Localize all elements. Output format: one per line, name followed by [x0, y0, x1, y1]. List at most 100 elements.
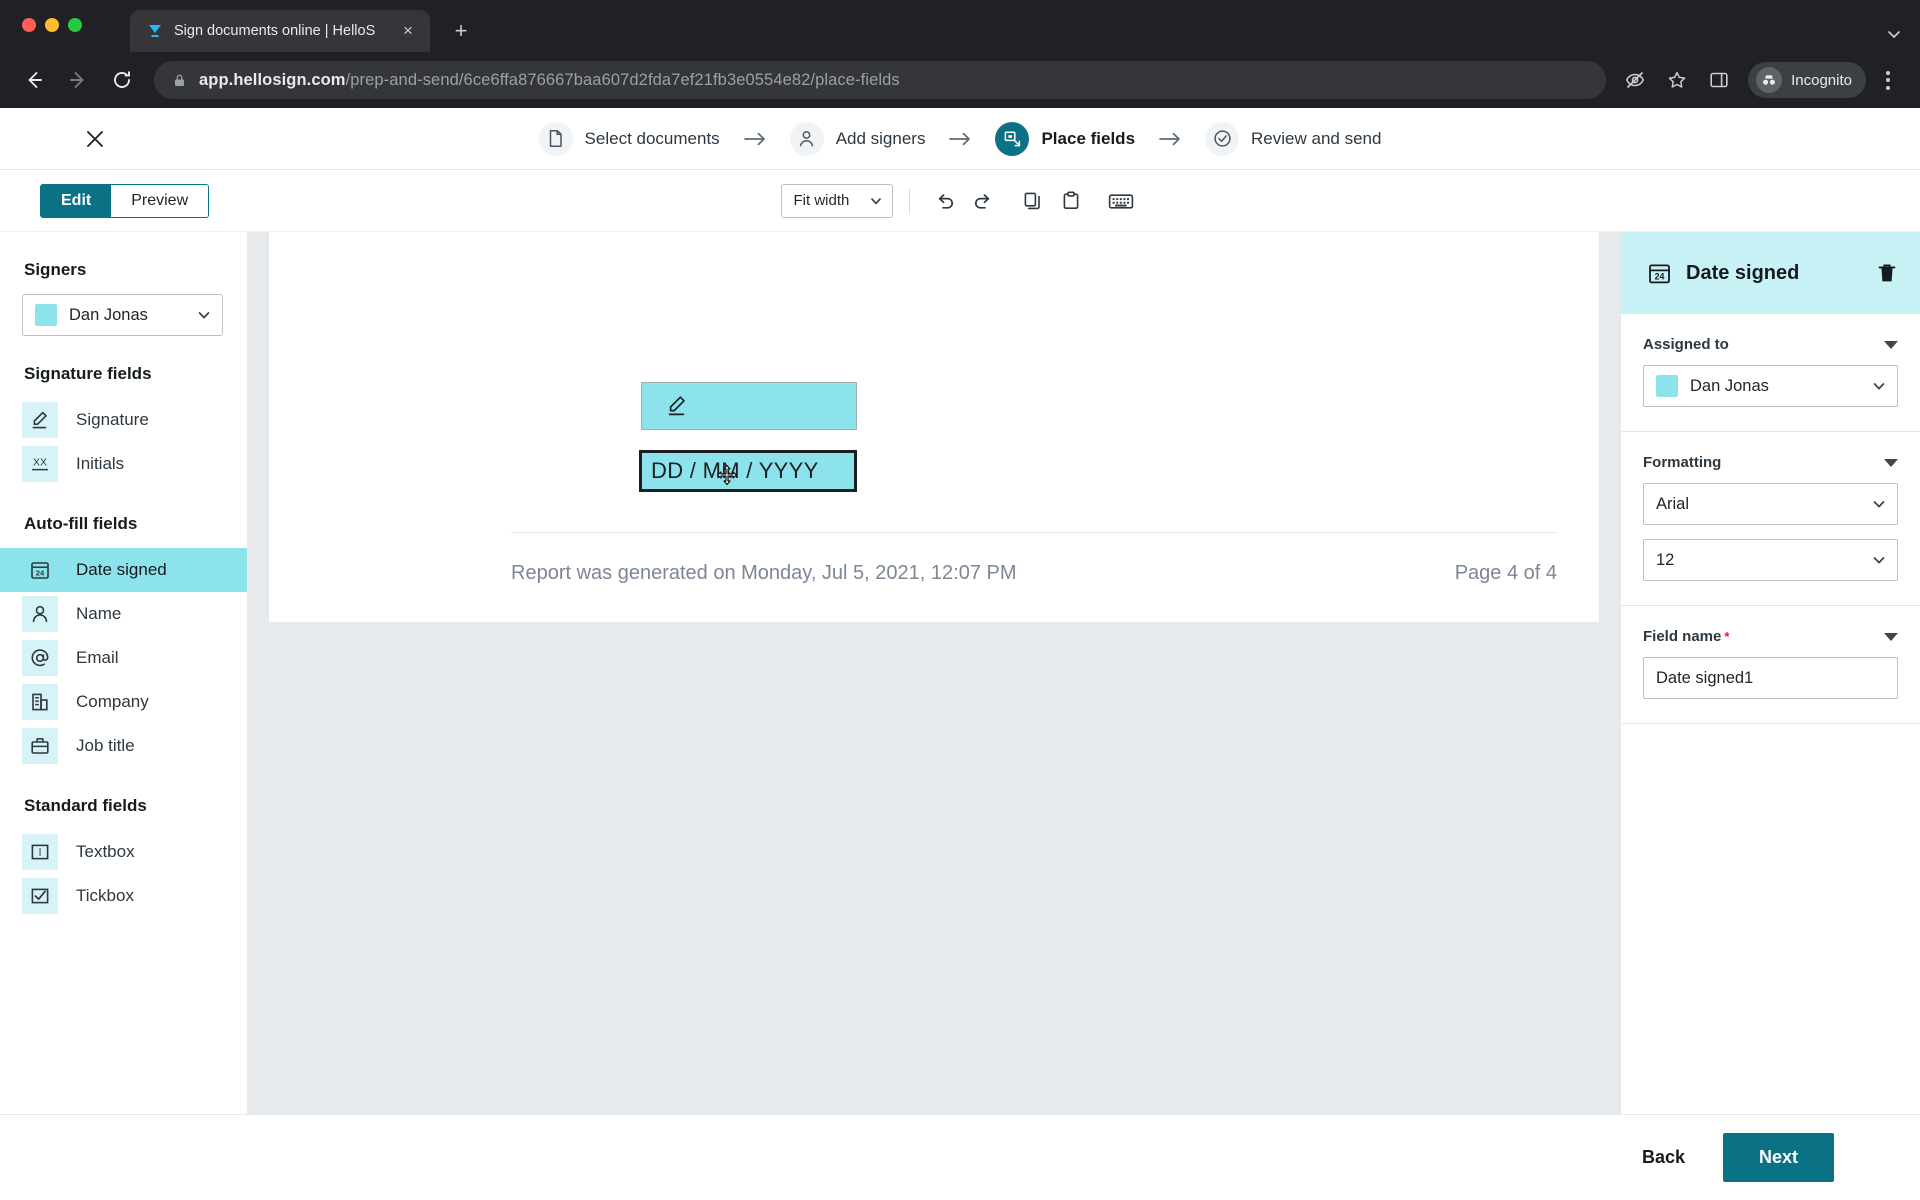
formatting-label-row[interactable]: Formatting [1643, 454, 1898, 471]
signature-fields-heading: Signature fields [24, 364, 152, 383]
keyboard-icon[interactable] [1102, 184, 1140, 218]
redo-icon[interactable] [964, 184, 1002, 218]
lock-icon [172, 73, 187, 88]
person-icon [789, 121, 824, 156]
new-tab-button[interactable]: + [444, 14, 478, 48]
preview-tab[interactable]: Preview [111, 184, 209, 217]
page-number-text: Page 4 of 4 [1454, 562, 1557, 584]
collapse-caret-icon[interactable] [1884, 340, 1898, 349]
document-canvas[interactable]: DD / MM / YYYY Report was generated on M… [248, 232, 1620, 1114]
sidebar-field-initials[interactable]: XX Initials [0, 442, 247, 486]
sidebar-field-label: Job title [76, 736, 135, 755]
paste-icon[interactable] [1052, 184, 1090, 218]
sidebar-field-label: Textbox [76, 842, 135, 861]
bookmark-star-icon[interactable] [1658, 61, 1696, 99]
side-panel-icon[interactable] [1700, 61, 1738, 99]
sidebar-field-name[interactable]: Name [0, 592, 247, 636]
reload-icon[interactable] [102, 60, 142, 100]
edit-tab[interactable]: Edit [41, 184, 112, 217]
field-name-input[interactable]: Date signed1 [1643, 657, 1898, 699]
sidebar-field-company[interactable]: Company [0, 680, 247, 724]
omnibox-actions: Incognito [1616, 61, 1906, 99]
assigned-to-select[interactable]: Dan Jonas [1643, 365, 1898, 407]
next-button[interactable]: Next [1722, 1133, 1834, 1182]
sidebar-field-signature[interactable]: Signature [0, 398, 247, 442]
minimize-window-button[interactable] [45, 18, 59, 32]
field-name-label: Field name * [1643, 628, 1729, 645]
tab-list-chevron-icon[interactable] [1886, 26, 1902, 42]
forward-icon[interactable] [58, 60, 98, 100]
kebab-menu-icon[interactable] [1870, 61, 1906, 99]
sidebar-field-label: Signature [76, 410, 149, 429]
incognito-avatar-icon [1756, 67, 1783, 93]
copy-icon[interactable] [1014, 184, 1052, 218]
svg-text:XX: XX [33, 457, 47, 469]
trash-icon[interactable] [1876, 262, 1898, 285]
maximize-window-button[interactable] [68, 18, 82, 32]
place-fields-icon [995, 121, 1030, 156]
editor-toolbar: Edit Preview Fit width [0, 170, 1920, 232]
required-marker: * [1724, 629, 1730, 644]
assigned-to-label-row[interactable]: Assigned to [1643, 336, 1898, 353]
sidebar-field-date-signed[interactable]: 24 Date signed [0, 548, 247, 592]
document-icon [538, 121, 573, 156]
address-bar[interactable]: app.hellosign.com/prep-and-send/6ce6ffa8… [154, 61, 1607, 99]
url-text: app.hellosign.com/prep-and-send/6ce6ffa8… [199, 71, 900, 90]
field-name-label-row[interactable]: Field name * [1643, 628, 1898, 645]
chevron-down-icon [1871, 552, 1887, 568]
initials-xx-icon: XX [22, 446, 58, 482]
app-header: Select documents Add signers Place field… [0, 108, 1920, 170]
svg-text:24: 24 [1655, 271, 1665, 281]
tracking-protection-icon[interactable] [1616, 61, 1654, 99]
placed-date-signed-field[interactable]: DD / MM / YYYY [639, 450, 857, 492]
signer-color-swatch [35, 304, 57, 326]
url-domain: app.hellosign.com [199, 70, 346, 89]
textbox-icon: I [22, 834, 58, 870]
profile-label: Incognito [1791, 71, 1852, 89]
close-editor-button[interactable] [78, 122, 112, 156]
document-page[interactable]: DD / MM / YYYY Report was generated on M… [269, 232, 1599, 622]
placed-signature-field[interactable] [641, 382, 857, 430]
calendar-24-icon: 24 [1647, 261, 1672, 286]
close-window-button[interactable] [22, 18, 36, 32]
signer-select[interactable]: Dan Jonas [22, 294, 223, 336]
toolbar-divider [908, 187, 910, 214]
window-traffic-lights[interactable] [22, 18, 82, 32]
wizard-footer: Back Next [0, 1114, 1920, 1200]
zoom-level-value: Fit width [793, 192, 850, 209]
step-label: Place fields [1041, 128, 1136, 148]
sidebar-field-email[interactable]: Email [0, 636, 247, 680]
step-arrow-icon [743, 131, 766, 147]
chevron-down-icon [196, 307, 212, 323]
tab-strip: Sign documents online | HelloS × + [0, 0, 1920, 52]
signers-heading: Signers [24, 260, 87, 279]
incognito-profile-button[interactable]: Incognito [1748, 62, 1866, 98]
undo-icon[interactable] [926, 184, 964, 218]
sidebar-field-label: Email [76, 648, 119, 667]
collapse-caret-icon[interactable] [1884, 632, 1898, 641]
assigned-to-section: Assigned to Dan Jonas [1621, 314, 1920, 432]
sidebar-field-textbox[interactable]: I Textbox [0, 830, 247, 874]
tab-title: Sign documents online | HelloS [174, 23, 376, 39]
step-add-signers[interactable]: Add signers [784, 121, 932, 156]
back-icon[interactable] [14, 60, 54, 100]
browser-chrome: Sign documents online | HelloS × + app.h… [0, 0, 1920, 108]
back-button[interactable]: Back [1626, 1137, 1701, 1178]
font-family-select[interactable]: Arial [1643, 483, 1898, 525]
field-name-section: Field name * Date signed1 [1621, 606, 1920, 724]
step-select-documents[interactable]: Select documents [533, 121, 726, 156]
close-tab-icon[interactable]: × [396, 19, 420, 43]
font-size-select[interactable]: 12 [1643, 539, 1898, 581]
browser-tab[interactable]: Sign documents online | HelloS × [130, 10, 430, 52]
step-place-fields[interactable]: Place fields [989, 121, 1141, 156]
step-review-and-send[interactable]: Review and send [1199, 121, 1387, 156]
field-properties-panel: 24 Date signed Assigned to Dan Jonas For… [1620, 232, 1920, 1114]
edit-preview-toggle[interactable]: Edit Preview [40, 183, 210, 218]
page-footer: Report was generated on Monday, Jul 5, 2… [511, 562, 1557, 585]
collapse-caret-icon[interactable] [1884, 458, 1898, 467]
person-icon [22, 596, 58, 632]
sidebar-field-job-title[interactable]: Job title [0, 724, 247, 768]
zoom-level-select[interactable]: Fit width [780, 183, 893, 218]
sidebar-field-tickbox[interactable]: Tickbox [0, 874, 247, 918]
